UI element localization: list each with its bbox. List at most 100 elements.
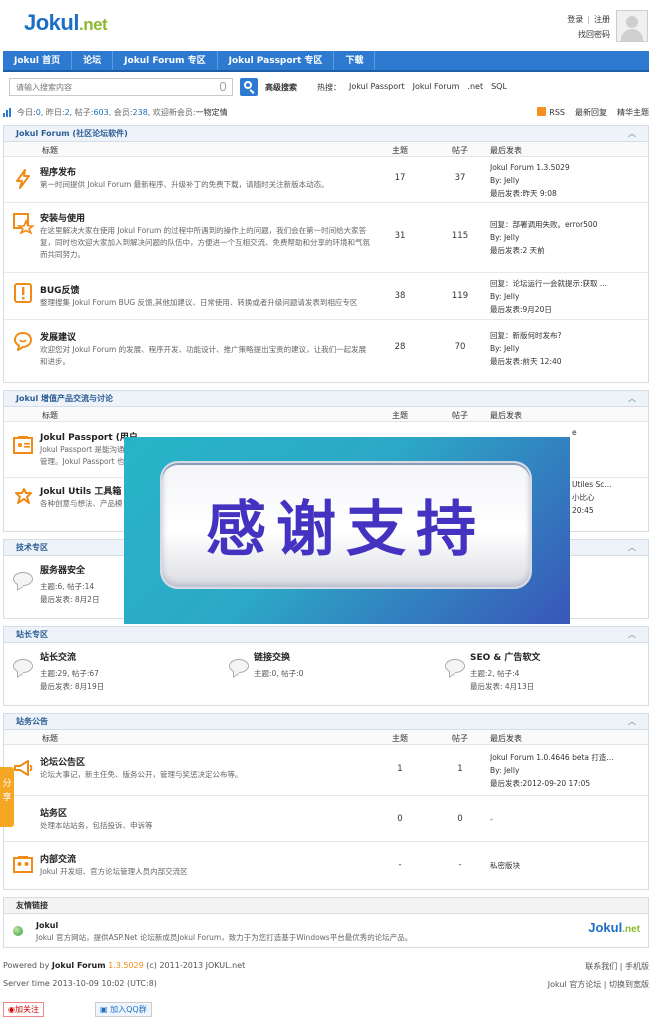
forum-title[interactable]: Jokul Utils 工具箱 [40, 484, 121, 497]
nav-home[interactable]: Jokul 首页 [3, 51, 73, 70]
forum-title[interactable]: 站长交流 [40, 652, 104, 665]
hot-item[interactable]: Jokul Forum [413, 82, 460, 93]
forum-title[interactable]: 安装与使用 [40, 211, 85, 224]
last-post[interactable]: Jokul Forum 1.3.5029 By: Jelly 最后发表:昨天 9:0… [490, 161, 630, 200]
hot-item[interactable]: SQL [491, 82, 507, 93]
link-item[interactable]: Jokul Jokul 官方网站，提供ASP.Net 论坛新成员Jokul Fo… [36, 920, 516, 944]
switch-width-link[interactable]: 切换到宽版 [609, 980, 649, 989]
contact-link[interactable]: 联系我们 [585, 962, 617, 971]
forum-title[interactable]: 链接交换 [254, 652, 303, 665]
board-header[interactable]: 站务公告 ︿ [4, 714, 648, 730]
forum-row[interactable]: 发展建议 欢迎您对 Jokul Forum 的发展、程序开发、功能设计、推广策略… [4, 320, 648, 377]
forum-cell[interactable]: SEO & 广告软文 主题:2, 帖子:4 最后发表: 4月13日 [470, 652, 540, 693]
latest-reply-link[interactable]: 最新回复 [575, 107, 607, 118]
last-post[interactable]: 回复：新版何时发布? By: Jelly 最后发表:前天 12:40 [490, 329, 630, 368]
star-icon [13, 213, 34, 234]
friend-links: 友情链接 Jokul Jokul 官方网站，提供ASP.Net 论坛新成员Jok… [3, 897, 649, 948]
forum-row[interactable]: BUG反馈 整理搜集 Jokul Forum BUG 反馈,其他加建议、日常使用… [4, 273, 648, 320]
forum-title[interactable]: 站务区 [40, 806, 67, 819]
forgot-password-link[interactable]: 找回密码 [578, 30, 610, 39]
board-header[interactable]: 站长专区 ︿ [4, 627, 648, 643]
id-card-icon [13, 436, 33, 454]
footer-line1: Powered by Jokul Forum 1.3.5029 (c) 2011… [3, 961, 649, 971]
forum-row[interactable]: 站务区 处理本站站务，包括投诉、申诉等 0 0 - [4, 796, 648, 842]
forum-row: 站长交流 主题:29, 帖子:67 最后发表: 8月19日 链接交换 主题:0, 帖子… [4, 643, 648, 705]
chat-icon [14, 332, 32, 351]
lightning-icon [16, 169, 30, 189]
nav-forum[interactable]: 论坛 [72, 51, 114, 70]
register-link[interactable]: 注册 [594, 15, 610, 24]
last-post[interactable]: 回复：部署调用失败。error500 By: Jelly 最后发表:2 天前 [490, 218, 630, 257]
hot-item[interactable]: Jokul Passport [349, 82, 405, 93]
forum-title[interactable]: 程序发布 [40, 165, 76, 178]
last-post: - [490, 815, 493, 824]
links-header: 友情链接 [4, 898, 648, 914]
user-links: 登录 | 注册 找回密码 [567, 15, 610, 39]
forum-desc: 在这里解决大家在使用 Jokul Forum 的过程中所遇到的操作上的问题，我们… [40, 226, 370, 259]
newest-member[interactable]: 一物定情 [196, 107, 228, 118]
follow-button[interactable]: ◉加关注 [3, 1002, 44, 1017]
forum-row[interactable]: 内部交流 Jokul 开发组、官方论坛管理人员内部交流区 - - 私密版块 [4, 842, 648, 888]
microphone-icon[interactable] [220, 82, 226, 91]
search-input[interactable] [10, 79, 210, 95]
advanced-search-link[interactable]: 高级搜索 [265, 82, 297, 93]
column-header: 标题 主题 帖子 最后发表 [4, 142, 648, 157]
forum-title[interactable]: BUG反馈 [40, 283, 80, 296]
post-count: 603 [93, 107, 109, 117]
warning-icon [14, 283, 32, 303]
collapse-icon[interactable]: ︿ [628, 540, 636, 556]
forum-desc: Jokul 开发组、官方论坛管理人员内部交流区 [40, 867, 188, 876]
jokul-link-logo[interactable]: Jokul.net [588, 920, 640, 935]
forum-bubble-icon [13, 572, 33, 586]
board-header[interactable]: Jokul 增值产品交流与讨论 ︿ [4, 391, 648, 407]
collapse-icon[interactable]: ︿ [628, 714, 636, 730]
product-link[interactable]: Jokul Forum [52, 961, 106, 970]
forum-bubble-icon [229, 659, 249, 673]
hot-item[interactable]: .net [467, 82, 483, 93]
globe-icon [13, 926, 23, 936]
login-link[interactable]: 登录 [567, 15, 583, 24]
forum-title[interactable]: 发展建议 [40, 330, 76, 343]
forum-title[interactable]: 内部交流 [40, 852, 76, 865]
nav-jokul-forum[interactable]: Jokul Forum 专区 [113, 51, 218, 70]
last-post[interactable]: e [572, 426, 642, 439]
forum-title[interactable]: 论坛公告区 [40, 755, 85, 768]
forum-cell[interactable]: 链接交换 主题:0, 帖子:0 [254, 652, 303, 680]
forum-row[interactable]: 论坛公告区 论坛大事记，新主任免、版务公开，管理与奖惩决定公布等。 1 1 Jo… [4, 745, 648, 796]
join-qq-button[interactable]: ▣ 加入QQ群 [95, 1002, 152, 1017]
site-logo[interactable]: Jokul.net [24, 10, 108, 36]
forum-row[interactable]: 程序发布 第一时间提供 Jokul Forum 最新程序、升级补丁的免费下载，请… [4, 157, 648, 203]
header: Jokul.net 登录 | 注册 找回密码 [0, 0, 650, 50]
forum-cell[interactable]: 站长交流 主题:29, 帖子:67 最后发表: 8月19日 [40, 652, 104, 693]
rss-link[interactable]: RSS [537, 106, 565, 118]
forum-title[interactable]: 服务器安全 [40, 565, 99, 578]
hot-label: 热搜： [317, 82, 341, 92]
collapse-icon[interactable]: ︿ [628, 391, 636, 407]
search-box [9, 78, 233, 96]
avatar[interactable] [616, 10, 648, 42]
nav-download[interactable]: 下载 [334, 51, 376, 70]
board-jokul-forum: Jokul Forum (社区论坛软件) ︿ 标题 主题 帖子 最后发表 程序发布… [3, 125, 649, 383]
official-forum-link[interactable]: Jokul 官方论坛 [548, 980, 601, 989]
featured-link[interactable]: 精华主题 [617, 107, 649, 118]
forum-desc: 欢迎您对 Jokul Forum 的发展、程序开发、功能设计、推广策略提出宝贵的… [40, 345, 367, 366]
forum-stats: 今日: 0 , 昨日: 2 , 帖子: 603 , 会员: 238 , 欢迎新会… [3, 104, 649, 120]
board-webmaster: 站长专区 ︿ 站长交流 主题:29, 帖子:67 最后发表: 8月19日 链接交换 主题… [3, 626, 649, 706]
collapse-icon[interactable]: ︿ [628, 627, 636, 643]
last-post[interactable]: Utiles Sc... 小比心 20:45 [572, 478, 642, 517]
footer-line2: Server time 2013-10-09 10:02 (UTC:8) Jok… [3, 979, 649, 989]
last-post[interactable]: 回复：论坛运行一会就提示:获取 ... By: Jelly 最后发表:9月20日 [490, 277, 630, 316]
last-post[interactable]: Jokul Forum 1.0.4646 beta 打造... By: Jelly… [490, 751, 630, 790]
nav-jokul-passport[interactable]: Jokul Passport 专区 [218, 51, 335, 70]
search-button[interactable] [240, 78, 258, 96]
board-header[interactable]: Jokul Forum (社区论坛软件) ︿ [4, 126, 648, 142]
share-tab[interactable]: 分享 [0, 767, 14, 827]
tools-icon [15, 488, 32, 504]
forum-row[interactable]: 安装与使用 在这里解决大家在使用 Jokul Forum 的过程中所遇到的操作上… [4, 203, 648, 273]
forum-title[interactable]: SEO & 广告软文 [470, 652, 540, 665]
mobile-link[interactable]: 手机版 [625, 962, 649, 971]
column-header: 标题 主题 帖子 最后发表 [4, 407, 648, 422]
member-count: 238 [132, 107, 148, 117]
collapse-icon[interactable]: ︿ [628, 126, 636, 142]
search-icon [244, 81, 252, 89]
